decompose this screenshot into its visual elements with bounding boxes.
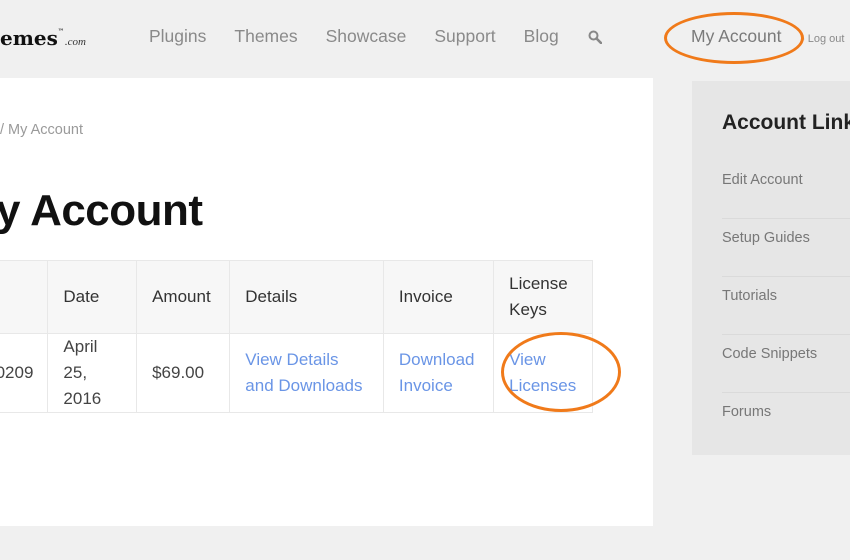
logo-domain: .com bbox=[64, 36, 86, 48]
orders-table: Date Amount Details Invoice License Keys… bbox=[0, 260, 593, 413]
details-cell: View Details and Downloads bbox=[229, 333, 384, 413]
nav-plugins[interactable]: Plugins bbox=[149, 26, 206, 47]
nav-blog[interactable]: Blog bbox=[524, 26, 559, 47]
logout-label: Log out bbox=[807, 33, 845, 45]
order-amount: $69.00 bbox=[136, 333, 231, 413]
sidebar-item-setup-guides[interactable]: Setup Guides bbox=[722, 219, 850, 277]
page-title: y Account bbox=[0, 186, 203, 235]
col-license-keys: License Keys bbox=[493, 260, 593, 334]
site-header: emes™.com Plugins Themes Showcase Suppor… bbox=[0, 0, 850, 78]
main-content: / My Account y Account Date Amount Detai… bbox=[0, 78, 653, 526]
nav-showcase[interactable]: Showcase bbox=[326, 26, 407, 47]
nav-support[interactable]: Support bbox=[434, 26, 495, 47]
search-icon[interactable] bbox=[588, 30, 602, 44]
col-invoice: Invoice bbox=[382, 260, 495, 334]
logo-text: emes bbox=[0, 26, 58, 50]
col-date: Date bbox=[47, 260, 138, 334]
table-header-row: Date Amount Details Invoice License Keys bbox=[0, 260, 593, 334]
site-logo[interactable]: emes™.com bbox=[0, 26, 86, 50]
sidebar-item-code-snippets[interactable]: Code Snippets bbox=[722, 335, 850, 393]
col-order bbox=[0, 260, 49, 334]
nav-themes[interactable]: Themes bbox=[234, 26, 297, 47]
my-account-link[interactable]: My Account bbox=[691, 26, 781, 47]
sidebar-list: Edit Account Setup Guides Tutorials Code… bbox=[722, 161, 850, 450]
view-licenses-link[interactable]: View Licenses bbox=[509, 350, 576, 395]
sidebar-item-forums[interactable]: Forums bbox=[722, 393, 850, 450]
licenses-cell: View Licenses bbox=[493, 333, 593, 413]
order-number: 0209 bbox=[0, 333, 49, 413]
order-date: April 25, 2016 bbox=[47, 333, 138, 413]
main-nav: Plugins Themes Showcase Support Blog bbox=[149, 26, 587, 47]
col-details: Details bbox=[229, 260, 384, 334]
sidebar-title: Account Links bbox=[722, 111, 850, 134]
download-invoice-link[interactable]: Download Invoice bbox=[399, 350, 475, 395]
invoice-cell: Download Invoice bbox=[382, 333, 495, 413]
sidebar-item-edit-account[interactable]: Edit Account bbox=[722, 161, 850, 219]
sidebar-item-tutorials[interactable]: Tutorials bbox=[722, 277, 850, 335]
view-details-link[interactable]: View Details and Downloads bbox=[245, 350, 362, 395]
breadcrumb: / My Account bbox=[0, 122, 84, 138]
table-row: 0209 April 25, 2016 $69.00 View Details … bbox=[0, 333, 593, 413]
logo-tm: ™ bbox=[57, 28, 64, 35]
logout-link[interactable]: - Log out bbox=[801, 33, 844, 45]
account-links-sidebar: Account Links Edit Account Setup Guides … bbox=[692, 81, 850, 455]
col-amount: Amount bbox=[136, 260, 231, 334]
